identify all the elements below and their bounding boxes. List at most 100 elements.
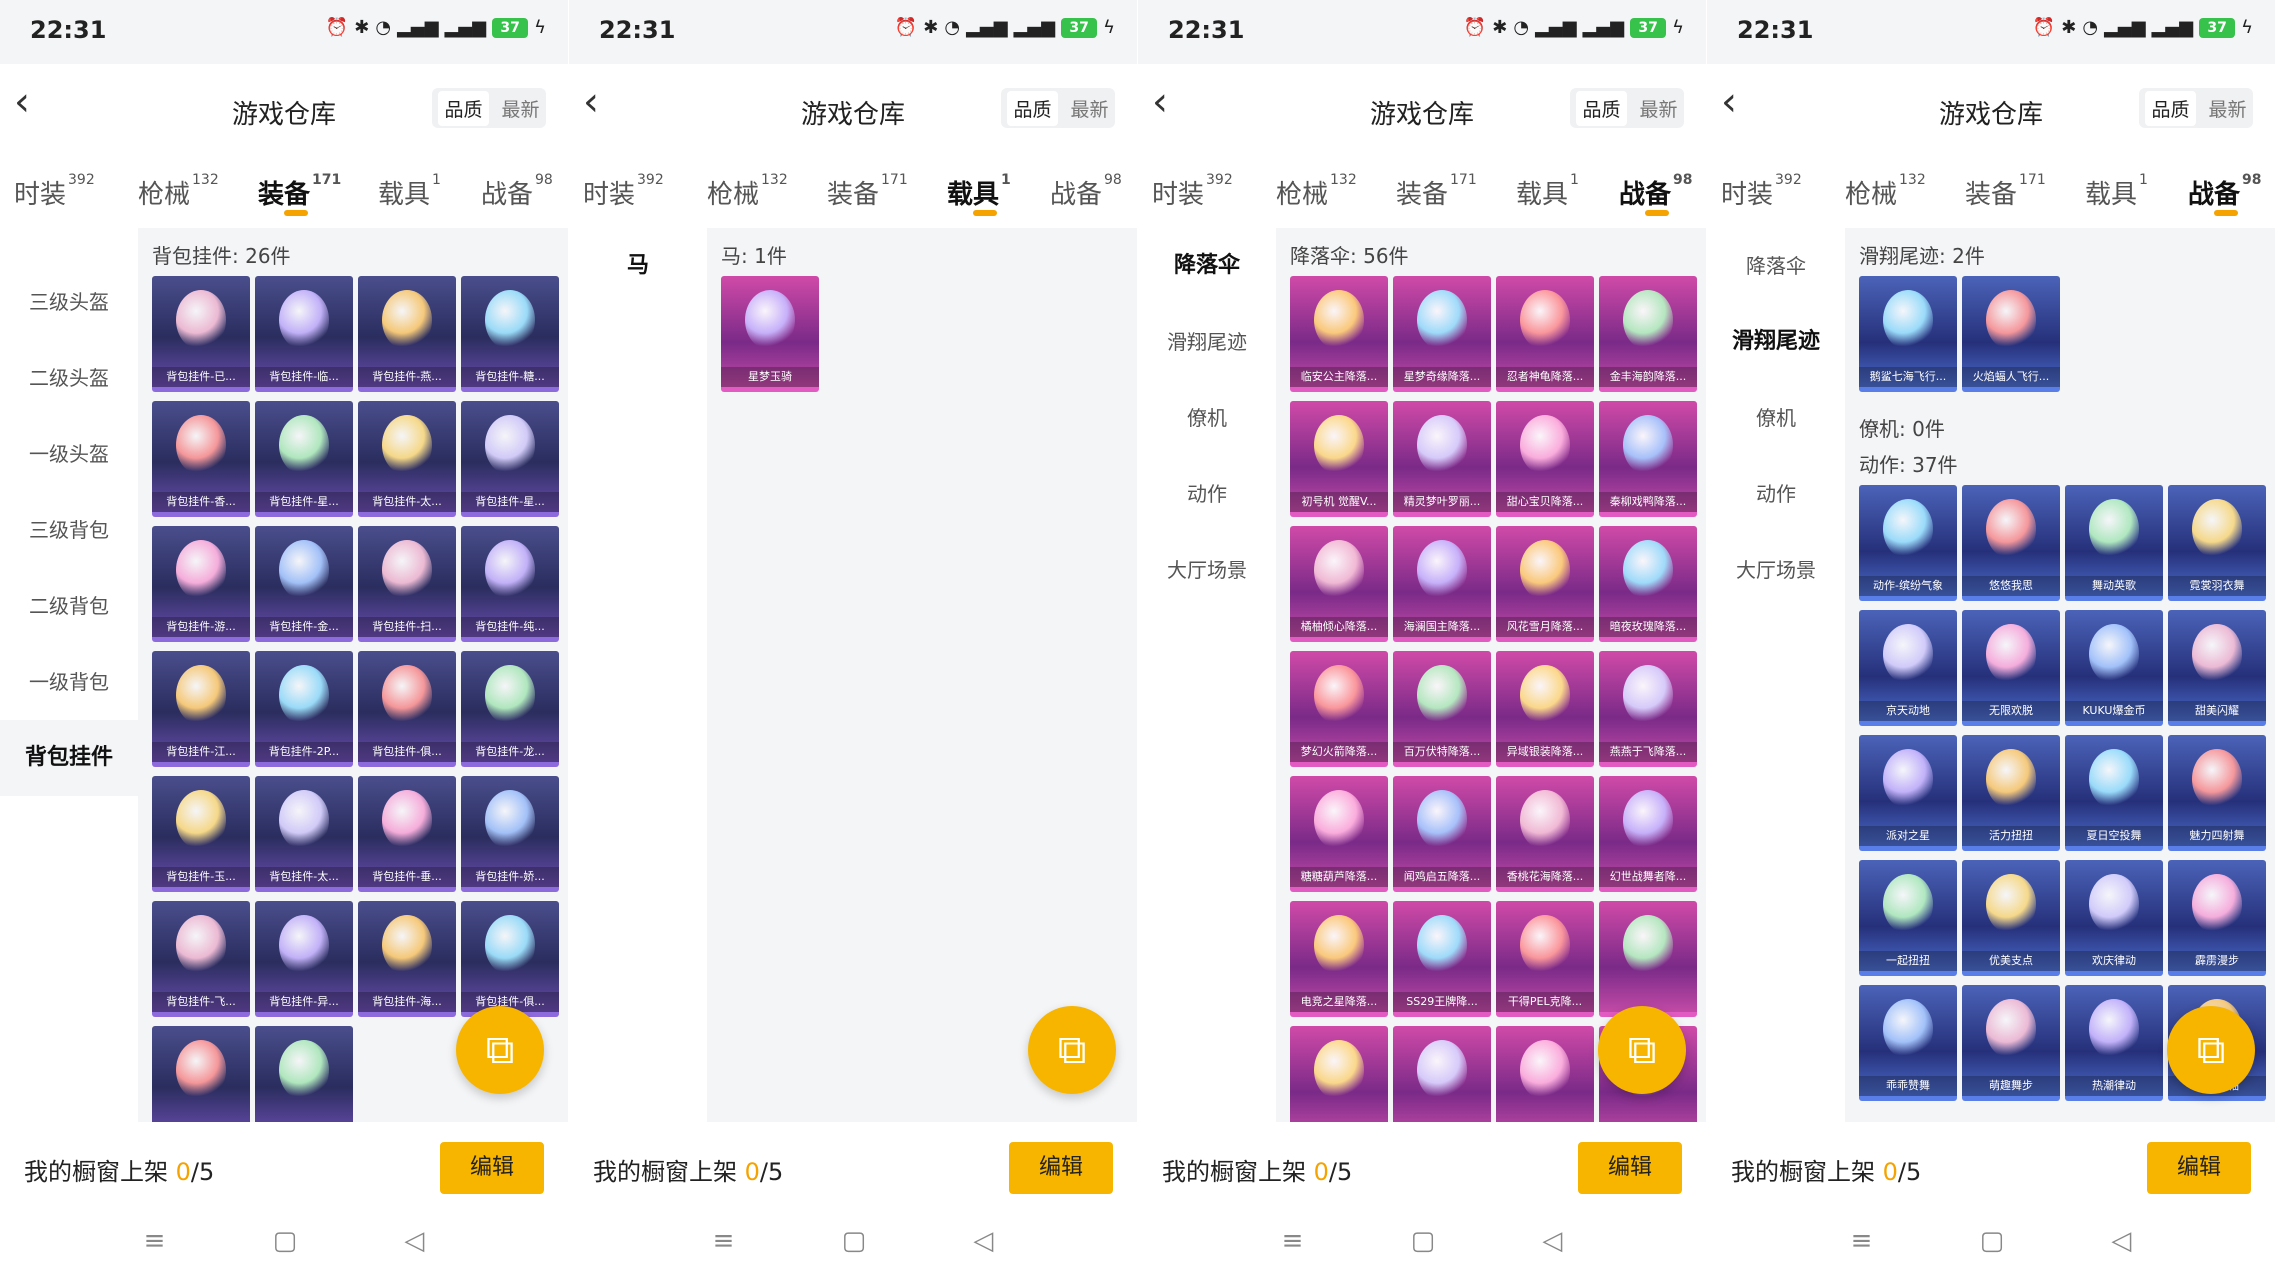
item-card[interactable]: 背包挂件-玉...: [152, 776, 250, 892]
item-card[interactable]: 甜美闪耀: [2168, 610, 2266, 726]
item-card[interactable]: 夏日空投舞: [2065, 735, 2163, 851]
tab-1[interactable]: 枪械 132: [138, 172, 219, 211]
share-fab-button[interactable]: ⧉: [2167, 1006, 2255, 1094]
sidebar-item[interactable]: 三级头盔: [0, 264, 138, 340]
item-card[interactable]: 背包挂件-娇...: [461, 776, 559, 892]
item-card[interactable]: 电竞之星降落...: [1290, 901, 1388, 1017]
item-card[interactable]: 精灵梦叶罗丽...: [1393, 401, 1491, 517]
tab-0[interactable]: 时装 392: [1152, 172, 1233, 211]
share-fab-button[interactable]: ⧉: [1028, 1006, 1116, 1094]
sort-toggle[interactable]: 品质 最新: [2139, 88, 2253, 128]
sidebar-item[interactable]: 背包挂件: [0, 720, 138, 796]
item-card[interactable]: 背包挂件-游...: [152, 526, 250, 642]
sort-quality-option[interactable]: 品质: [438, 90, 489, 126]
item-card[interactable]: SS29王牌降...: [1393, 901, 1491, 1017]
back-icon[interactable]: ◁: [2111, 1226, 2131, 1266]
item-card[interactable]: 背包挂件-2P...: [255, 651, 353, 767]
tab-1[interactable]: 枪械 132: [1845, 172, 1926, 211]
home-icon[interactable]: ▢: [273, 1226, 298, 1266]
home-icon[interactable]: ▢: [1411, 1226, 1436, 1266]
menu-icon[interactable]: ≡: [1851, 1226, 1873, 1266]
sidebar-item[interactable]: 僚机: [1707, 380, 1845, 456]
tab-2[interactable]: 装备 171: [827, 172, 908, 211]
item-card[interactable]: 无限欢脱: [1962, 610, 2060, 726]
item-card[interactable]: 魅力四射舞: [2168, 735, 2266, 851]
tab-1[interactable]: 枪械 132: [1276, 172, 1357, 211]
sidebar-item[interactable]: 大厅场景: [1707, 532, 1845, 608]
menu-icon[interactable]: ≡: [144, 1226, 166, 1266]
item-card[interactable]: [1393, 1026, 1491, 1122]
tab-0[interactable]: 时装 392: [583, 172, 664, 211]
sort-toggle[interactable]: 品质 最新: [432, 88, 546, 128]
sidebar-item[interactable]: 滑翔尾迹: [1138, 304, 1276, 380]
share-fab-button[interactable]: ⧉: [1598, 1006, 1686, 1094]
item-card[interactable]: 幻世战舞者降...: [1599, 776, 1697, 892]
item-card[interactable]: [255, 1026, 353, 1122]
sidebar-item[interactable]: 动作: [1707, 456, 1845, 532]
item-card[interactable]: 派对之星: [1859, 735, 1957, 851]
item-card[interactable]: 背包挂件-香...: [152, 401, 250, 517]
home-icon[interactable]: ▢: [842, 1226, 867, 1266]
sidebar-item[interactable]: 降落伞: [1707, 228, 1845, 304]
sidebar-item[interactable]: 僚机: [1138, 380, 1276, 456]
item-card[interactable]: 背包挂件-太...: [358, 401, 456, 517]
menu-icon[interactable]: ≡: [713, 1226, 735, 1266]
sidebar-item[interactable]: 滑翔尾迹: [1707, 304, 1845, 380]
sidebar-item[interactable]: 二级头盔: [0, 340, 138, 416]
item-card[interactable]: 秦柳戏鸭降落...: [1599, 401, 1697, 517]
edit-button[interactable]: 编辑: [1009, 1142, 1113, 1194]
item-card[interactable]: 忍者神龟降落...: [1496, 276, 1594, 392]
item-card[interactable]: 背包挂件-海...: [358, 901, 456, 1017]
item-card[interactable]: 背包挂件-太...: [255, 776, 353, 892]
item-card[interactable]: 背包挂件-金...: [255, 526, 353, 642]
item-card[interactable]: 鹅鲨七海飞行...: [1859, 276, 1957, 392]
item-card[interactable]: 背包挂件-俱...: [461, 901, 559, 1017]
item-card[interactable]: 背包挂件-飞...: [152, 901, 250, 1017]
edit-button[interactable]: 编辑: [2147, 1142, 2251, 1194]
share-fab-button[interactable]: ⧉: [456, 1006, 544, 1094]
item-card[interactable]: 背包挂件-燕...: [358, 276, 456, 392]
back-icon[interactable]: ◁: [404, 1226, 424, 1266]
item-card[interactable]: 背包挂件-临...: [255, 276, 353, 392]
sidebar-item[interactable]: 降落伞: [1138, 228, 1276, 304]
item-card[interactable]: 欢庆律动: [2065, 860, 2163, 976]
item-card[interactable]: 悠悠我思: [1962, 485, 2060, 601]
item-card[interactable]: 背包挂件-江...: [152, 651, 250, 767]
item-card[interactable]: 暗夜玫瑰降落...: [1599, 526, 1697, 642]
item-card[interactable]: 临安公主降落...: [1290, 276, 1388, 392]
item-card[interactable]: 背包挂件-糖...: [461, 276, 559, 392]
item-card[interactable]: 星梦奇缘降落...: [1393, 276, 1491, 392]
sort-toggle[interactable]: 品质 最新: [1001, 88, 1115, 128]
item-card[interactable]: 干得PEL克降...: [1496, 901, 1594, 1017]
tab-3[interactable]: 载具 1: [378, 172, 441, 211]
tab-4[interactable]: 战备 98: [2188, 172, 2262, 211]
back-icon[interactable]: ◁: [1542, 1226, 1562, 1266]
sidebar-item[interactable]: 二级背包: [0, 568, 138, 644]
item-card[interactable]: 舞动英歌: [2065, 485, 2163, 601]
item-card[interactable]: 霹雳漫步: [2168, 860, 2266, 976]
item-card[interactable]: 背包挂件-垂...: [358, 776, 456, 892]
item-card[interactable]: 背包挂件-星...: [461, 401, 559, 517]
tab-3[interactable]: 载具 1: [2085, 172, 2148, 211]
item-card[interactable]: 甜心宝贝降落...: [1496, 401, 1594, 517]
sidebar-item[interactable]: 马: [569, 228, 707, 304]
item-card[interactable]: 背包挂件-星...: [255, 401, 353, 517]
sidebar-item[interactable]: 三级背包: [0, 492, 138, 568]
tab-4[interactable]: 战备 98: [481, 172, 553, 211]
back-icon[interactable]: ◁: [973, 1226, 993, 1266]
item-card[interactable]: 活力扭扭: [1962, 735, 2060, 851]
item-card[interactable]: 一起扭扭: [1859, 860, 1957, 976]
item-card[interactable]: 背包挂件-俱...: [358, 651, 456, 767]
item-card[interactable]: 糖糖葫芦降落...: [1290, 776, 1388, 892]
item-card[interactable]: 百万伏特降落...: [1393, 651, 1491, 767]
item-card[interactable]: 背包挂件-扫...: [358, 526, 456, 642]
item-card[interactable]: 风花雪月降落...: [1496, 526, 1594, 642]
tab-3[interactable]: 载具 1: [947, 172, 1011, 211]
tab-2[interactable]: 装备 171: [1396, 172, 1477, 211]
item-card[interactable]: 乖乖赞舞: [1859, 985, 1957, 1101]
sidebar-item[interactable]: 动作: [1138, 456, 1276, 532]
tab-4[interactable]: 战备 98: [1050, 172, 1122, 211]
item-card[interactable]: KUKU爆金币: [2065, 610, 2163, 726]
edit-button[interactable]: 编辑: [440, 1142, 544, 1194]
item-card[interactable]: [1496, 1026, 1594, 1122]
